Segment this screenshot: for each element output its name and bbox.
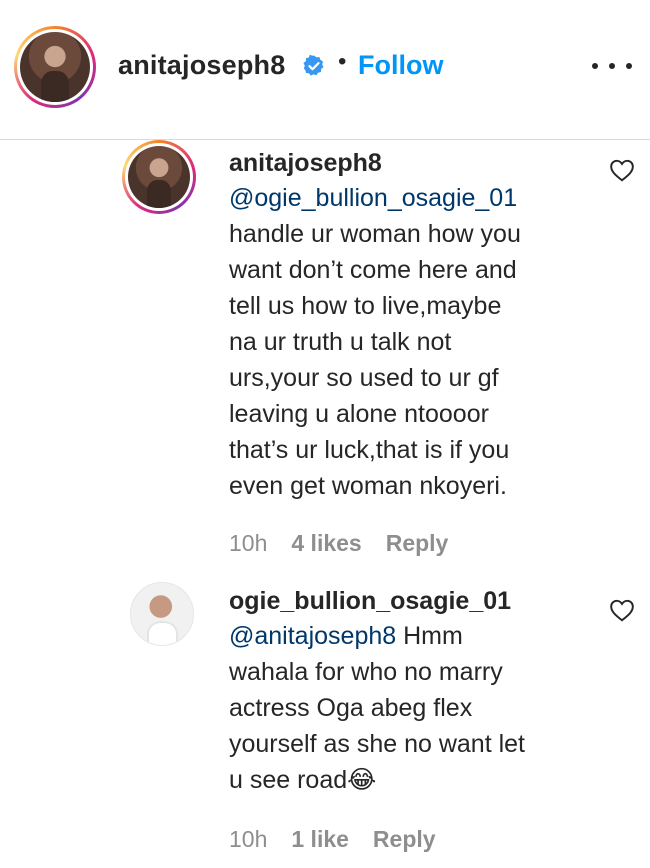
comment-time[interactable]: 10h — [229, 530, 267, 557]
comment-likes[interactable]: 1 like — [291, 826, 349, 853]
comment-item: ogie_bullion_osagie_01 @anitajoseph8 Hmm… — [0, 578, 650, 868]
post-header: anitajoseph8 • Follow — [0, 0, 650, 140]
comment-body-first: Hmm — [396, 622, 463, 650]
reply-button[interactable]: Reply — [373, 826, 436, 853]
comment-mention[interactable]: @anitajoseph8 — [229, 622, 396, 650]
reply-button[interactable]: Reply — [386, 530, 449, 557]
comment-text: @ogie_bullion_osagie_01 handle ur woman … — [229, 180, 589, 504]
comment-author[interactable]: ogie_bullion_osagie_01 — [229, 584, 599, 618]
comment-likes[interactable]: 4 likes — [291, 530, 361, 557]
comment-time[interactable]: 10h — [229, 826, 267, 853]
comment-avatar[interactable] — [122, 140, 196, 214]
comment-meta: 10h 1 like Reply — [229, 826, 436, 853]
follow-button[interactable]: Follow — [358, 50, 443, 81]
comment-text: @anitajoseph8 Hmm wahala for who no marr… — [229, 618, 599, 798]
laughing-emoji: 😂 — [347, 766, 377, 794]
comment-meta: 10h 4 likes Reply — [229, 530, 448, 557]
comment-avatar[interactable] — [130, 582, 194, 646]
profile-avatar[interactable] — [14, 26, 96, 108]
verified-badge-icon — [303, 54, 324, 76]
comment-item: anitajoseph8 @ogie_bullion_osagie_01 han… — [0, 140, 650, 570]
more-options-icon[interactable] — [592, 56, 632, 76]
comment-author[interactable]: anitajoseph8 — [229, 146, 589, 180]
header-separator: • — [338, 48, 347, 75]
like-heart-icon[interactable] — [609, 158, 635, 182]
comment-body: handle ur woman how you want don’t come … — [229, 220, 521, 500]
comment-mention[interactable]: @ogie_bullion_osagie_01 — [229, 184, 517, 212]
header-username[interactable]: anitajoseph8 — [118, 50, 285, 81]
comment-body: wahala for who no marry actress Oga abeg… — [229, 658, 525, 794]
like-heart-icon[interactable] — [609, 598, 635, 622]
